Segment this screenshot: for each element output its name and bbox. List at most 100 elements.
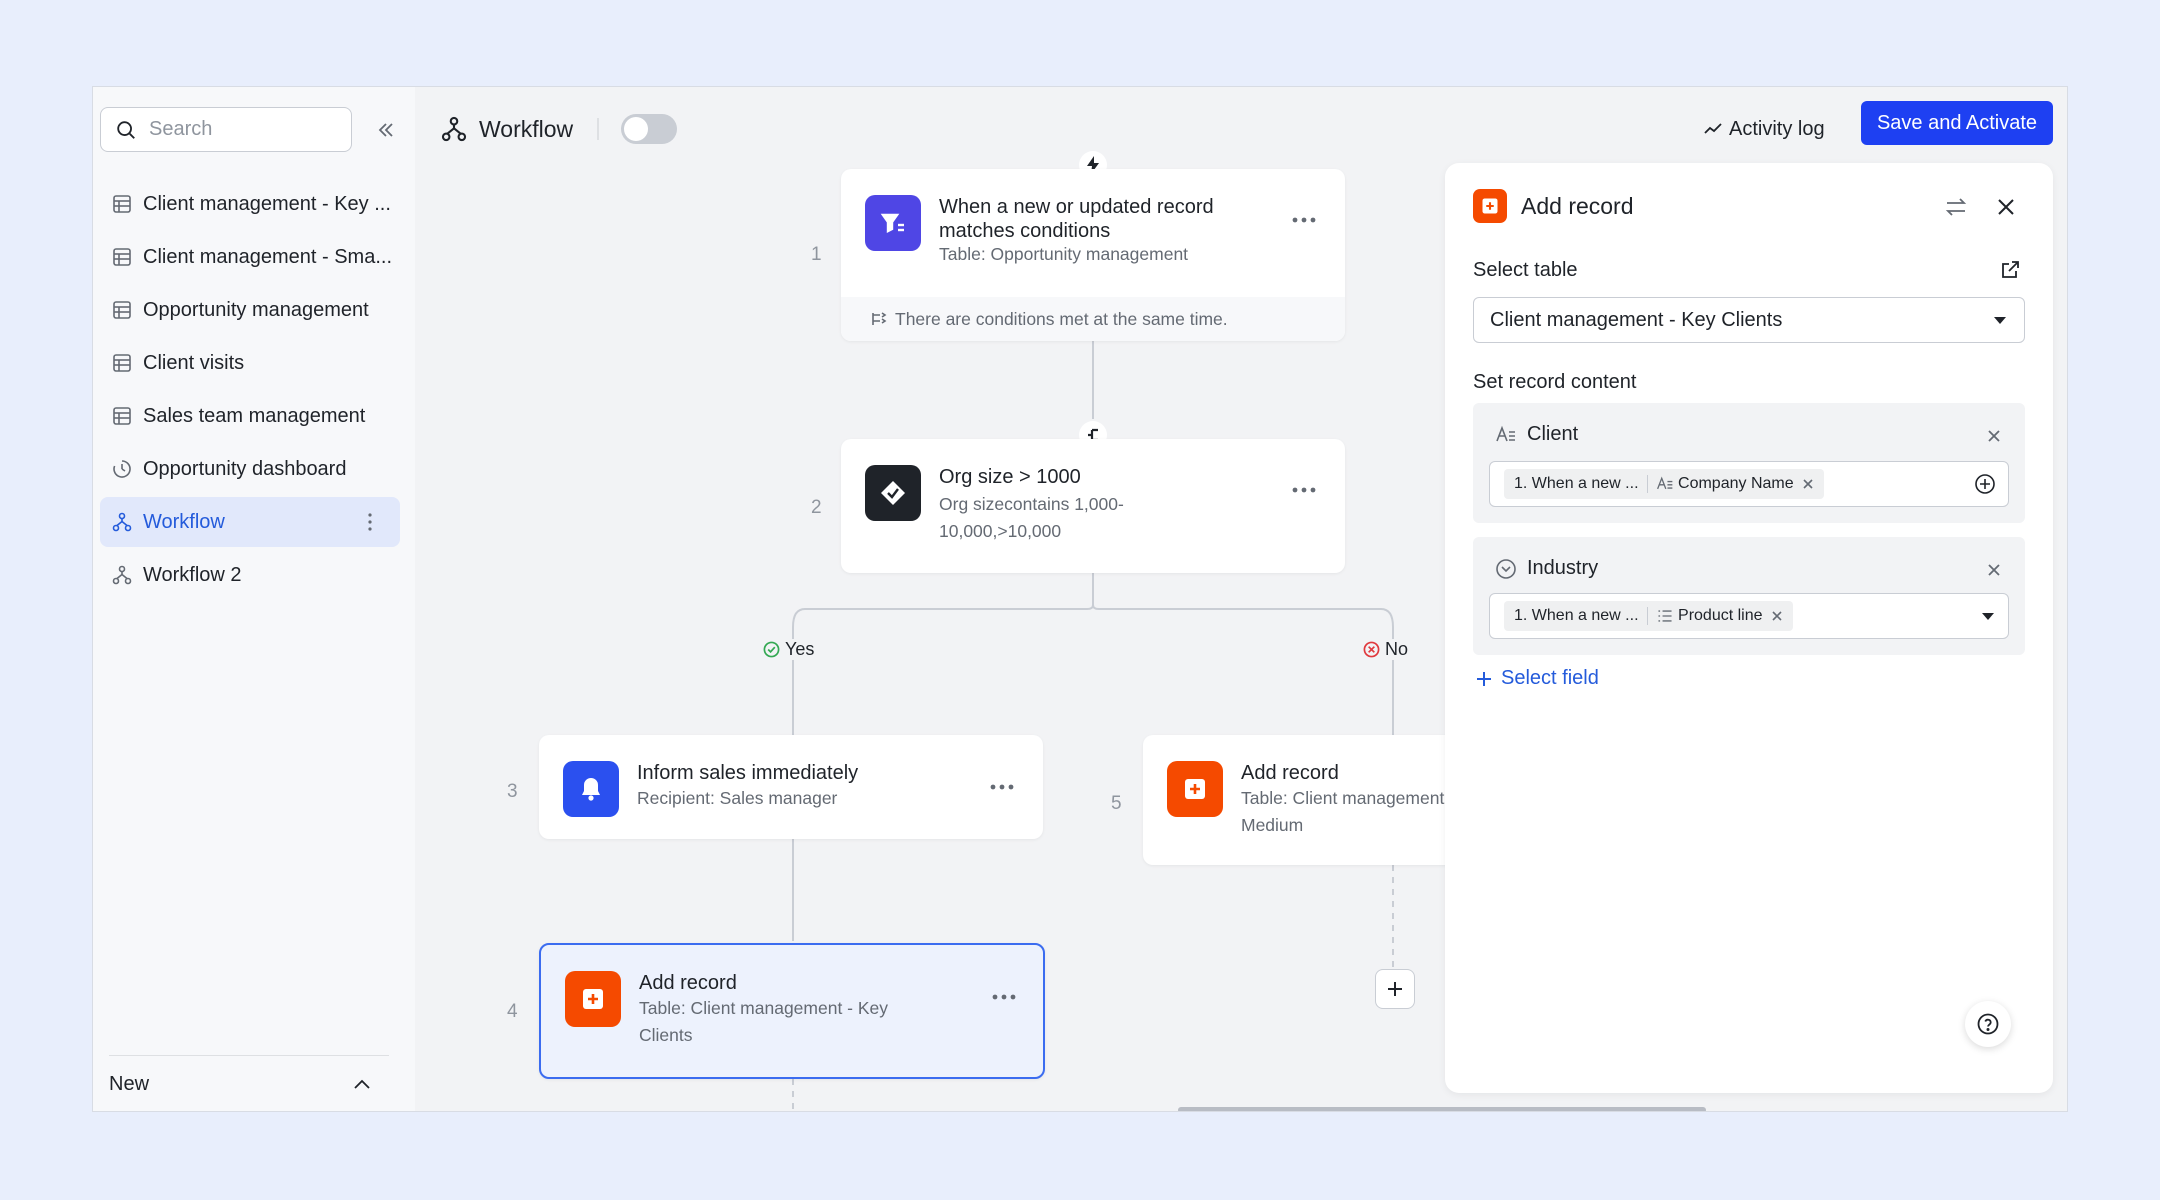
horizontal-scrollbar[interactable] (1178, 1107, 1706, 1111)
list-field-icon (1658, 610, 1672, 622)
sidebar-item-workflow[interactable]: Workflow (100, 497, 400, 547)
dashboard-icon (113, 460, 131, 478)
close-icon[interactable] (1802, 478, 1814, 490)
select-field-button[interactable]: Select field (1475, 667, 1599, 690)
activate-toggle[interactable] (620, 114, 677, 144)
filter-icon (865, 195, 921, 251)
step-subtitle: Org sizecontains 1,000-10,000,>10,000 (939, 494, 1124, 541)
add-step-button[interactable] (1375, 969, 1415, 1009)
more-vertical-icon[interactable] (367, 510, 373, 534)
table-icon (113, 195, 131, 213)
collapse-sidebar-button[interactable] (371, 115, 401, 145)
text-field-icon (1657, 476, 1673, 490)
no-branch-label: No (1359, 639, 1413, 660)
panel-title: Add record (1521, 192, 1634, 219)
conditions-text: There are conditions met at the same tim… (895, 308, 1228, 329)
bell-icon (563, 761, 619, 817)
new-label: New (109, 1073, 150, 1095)
app-window: Client management - Key ... Client manag… (92, 86, 2068, 1112)
more-icon[interactable] (989, 783, 1015, 791)
conditions-footer: There are conditions met at the same tim… (841, 297, 1345, 341)
close-button[interactable] (1991, 192, 2021, 222)
chevron-down-icon (1994, 317, 2006, 324)
trigger-card[interactable]: When a new or updated record matches con… (841, 169, 1345, 341)
search-box[interactable] (100, 107, 352, 152)
close-icon (1988, 564, 2000, 576)
chip-field: Company Name (1678, 475, 1794, 492)
step-title: Add record (639, 972, 737, 994)
sidebar-item-workflow-2[interactable]: Workflow 2 (100, 550, 400, 600)
sidebar-item-label: Client management - Sma... (143, 245, 392, 268)
client-value-input[interactable]: 1. When a new ... Company Name (1489, 461, 2009, 507)
workflow-icon (112, 565, 132, 585)
value-chip[interactable]: 1. When a new ... Product line (1504, 601, 1793, 631)
activity-log-button[interactable]: Activity log (1703, 109, 1825, 149)
help-button[interactable] (1965, 1001, 2011, 1047)
sidebar-item-sales-team-management[interactable]: Sales team management (100, 391, 400, 441)
chevron-down-icon[interactable] (1982, 613, 1994, 620)
trend-line-icon (1704, 123, 1722, 134)
sidebar-item-label: Opportunity management (143, 298, 369, 321)
step-title: Inform sales immediately (637, 762, 859, 784)
page-title: Workflow (479, 115, 574, 142)
panel-header: Add record (1473, 189, 1634, 223)
new-menu[interactable]: New (109, 1055, 389, 1111)
value-chip[interactable]: 1. When a new ... Company Name (1504, 469, 1824, 499)
industry-value-input[interactable]: 1. When a new ... Product line (1489, 593, 2009, 639)
check-diamond-icon (865, 465, 921, 521)
sidebar-item-label: Workflow 2 (143, 563, 242, 586)
check-circle-icon (763, 641, 780, 658)
remove-field-button[interactable] (1979, 421, 2009, 451)
sidebar-item-label: Opportunity dashboard (143, 457, 347, 480)
table-icon (113, 248, 131, 266)
sidebar-item-label: Client visits (143, 351, 245, 374)
external-link-icon (2002, 261, 2019, 278)
table-select[interactable]: Client management - Key Clients (1473, 297, 2025, 343)
add-record-icon (565, 971, 621, 1027)
select-field-label: Select field (1501, 667, 1599, 689)
close-icon[interactable] (1771, 610, 1783, 622)
conditions-icon (872, 312, 887, 325)
text-field-icon (1496, 425, 1515, 441)
sidebar-item-client-management-key[interactable]: Client management - Key ... (100, 179, 400, 229)
divider (597, 118, 599, 140)
chip-source: 1. When a new ... (1514, 475, 1639, 492)
table-icon (113, 354, 131, 372)
open-table-button[interactable] (1995, 255, 2025, 285)
remove-field-button[interactable] (1979, 555, 2009, 585)
condition-card[interactable]: Org size > 1000 Org sizecontains 1,000-1… (841, 439, 1345, 573)
add-record-icon (1167, 761, 1223, 817)
workflow-icon (441, 116, 467, 142)
plus-icon (1477, 671, 1491, 686)
client-field: Client 1. When a new ... Company Name (1473, 403, 2025, 523)
help-icon (1977, 1013, 1999, 1035)
sidebar-item-label: Client management - Key ... (143, 192, 391, 215)
chip-field: Product line (1678, 607, 1763, 624)
table-icon (113, 407, 131, 425)
step-number: 5 (1111, 793, 1122, 814)
chip-divider (1646, 475, 1649, 493)
search-icon (117, 120, 135, 139)
close-icon (1988, 430, 2000, 442)
chip-divider (1646, 607, 1649, 625)
add-record-card-key[interactable]: Add record Table: Client management - Ke… (539, 943, 1045, 1079)
step-title: Org size > 1000 (939, 466, 1081, 488)
select-table-label: Select table (1473, 259, 1578, 281)
more-icon[interactable] (991, 993, 1017, 1001)
sidebar-item-opportunity-management[interactable]: Opportunity management (100, 285, 400, 335)
x-circle-icon (1363, 641, 1380, 658)
no-text: No (1385, 639, 1409, 659)
notify-card[interactable]: Inform sales immediately Recipient: Sale… (539, 735, 1043, 839)
step-title: When a new or updated record matches con… (939, 196, 1214, 242)
switch-button[interactable] (1941, 192, 1971, 222)
save-and-activate-button[interactable]: Save and Activate (1861, 101, 2053, 145)
add-circle-icon[interactable] (1974, 473, 1996, 495)
search-input[interactable] (149, 118, 319, 141)
sidebar-item-client-management-small[interactable]: Client management - Sma... (100, 232, 400, 282)
sidebar: Client management - Key ... Client manag… (93, 87, 415, 1111)
more-icon[interactable] (1291, 216, 1317, 224)
sidebar-item-opportunity-dashboard[interactable]: Opportunity dashboard (100, 444, 400, 494)
more-icon[interactable] (1291, 486, 1317, 494)
sidebar-item-client-visits[interactable]: Client visits (100, 338, 400, 388)
step-subtitle: Table: Opportunity management (939, 244, 1189, 264)
